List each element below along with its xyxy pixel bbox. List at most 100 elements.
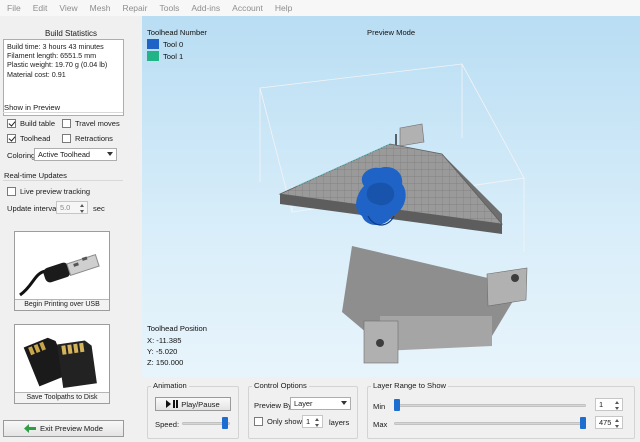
- max-layer-spinbox[interactable]: 475: [595, 416, 623, 429]
- stat-build-time: Build time: 3 hours 43 minutes: [7, 42, 104, 51]
- update-interval-spinbox[interactable]: 5.0: [56, 201, 88, 214]
- menu-file[interactable]: File: [1, 3, 27, 13]
- toolhead-number-title: Toolhead Number: [147, 28, 207, 37]
- layers-label: layers: [329, 418, 350, 427]
- update-interval-unit: sec: [93, 204, 105, 213]
- preview-by-value: Layer: [294, 399, 313, 408]
- max-layer-value: 475: [599, 418, 612, 427]
- layer-range-group: [367, 386, 635, 439]
- toolhead-position-title: Toolhead Position: [147, 324, 207, 333]
- only-show-spinbox[interactable]: 1: [302, 415, 323, 428]
- show-in-preview-label: Show in Preview: [4, 103, 61, 112]
- menu-account[interactable]: Account: [226, 3, 269, 13]
- usb-cable-icon: [16, 233, 108, 299]
- menu-bar: File Edit View Mesh Repair Tools Add-ins…: [0, 0, 640, 16]
- retractions-label: Retractions: [75, 134, 113, 143]
- preview-mode-label: Preview Mode: [367, 28, 416, 37]
- retractions-checkbox[interactable]: Retractions: [62, 134, 113, 143]
- checkbox-unchecked-icon: [254, 417, 263, 426]
- stat-filament-length: Filament length: 6551.5 mm: [7, 51, 97, 61]
- live-preview-tracking-checkbox[interactable]: Live preview tracking: [7, 187, 90, 196]
- save-toolpaths-button[interactable]: Save Toolpaths to Disk: [14, 324, 110, 404]
- divider: [3, 180, 123, 181]
- chevron-down-icon: [107, 152, 113, 156]
- position-z: Z: 150.000: [147, 358, 184, 367]
- travel-moves-checkbox[interactable]: Travel moves: [62, 119, 120, 128]
- min-layer-value: 1: [599, 400, 604, 409]
- control-options-title: Control Options: [252, 381, 309, 390]
- preview-by-label: Preview By: [254, 401, 292, 410]
- update-interval-value: 5.0: [60, 203, 71, 212]
- tool0-swatch: [147, 39, 159, 49]
- arrow-left-icon: [24, 424, 37, 433]
- build-table-checkbox[interactable]: Build table: [7, 119, 55, 128]
- play-pause-label: Play/Pause: [181, 399, 220, 409]
- toolhead-checkbox[interactable]: Toolhead: [7, 134, 50, 143]
- play-pause-button[interactable]: Play/Pause: [155, 397, 231, 411]
- coloring-label: Coloring: [7, 151, 36, 160]
- menu-tools[interactable]: Tools: [153, 3, 185, 13]
- menu-help[interactable]: Help: [269, 3, 298, 13]
- stat-material-cost: Material cost: 0.91: [7, 69, 66, 79]
- min-layer-spinbox[interactable]: 1: [595, 398, 623, 411]
- checkbox-unchecked-icon: [7, 187, 16, 196]
- left-panel: Build Statistics Build time: 3 hours 43 …: [0, 16, 142, 442]
- spinner-arrows-icon[interactable]: [79, 203, 86, 214]
- menu-edit[interactable]: Edit: [27, 3, 54, 13]
- speed-label: Speed:: [155, 420, 180, 429]
- max-slider-thumb[interactable]: [580, 417, 586, 429]
- menu-add-ins[interactable]: Add-ins: [185, 3, 226, 13]
- checkbox-checked-icon: [7, 119, 16, 128]
- exit-preview-mode-label: Exit Preview Mode: [40, 424, 103, 433]
- only-show-value: 1: [306, 417, 311, 426]
- travel-moves-label: Travel moves: [75, 119, 120, 128]
- bottom-controls: Animation Play/Pause Speed: Control Opti…: [142, 377, 640, 442]
- menu-mesh[interactable]: Mesh: [84, 3, 117, 13]
- control-options-group: [248, 386, 358, 439]
- checkbox-unchecked-icon: [62, 119, 71, 128]
- usb-caption: Begin Printing over USB: [15, 299, 109, 310]
- only-show-label: Only show: [267, 417, 303, 426]
- tool0-label: Tool 0: [163, 40, 184, 49]
- print-bed-scene: [259, 63, 528, 364]
- print-over-usb-button[interactable]: Begin Printing over USB: [14, 231, 110, 311]
- build-table-label: Build table: [20, 119, 56, 128]
- divider: [3, 112, 123, 113]
- menu-repair[interactable]: Repair: [116, 3, 153, 13]
- toolhead-label: Toolhead: [20, 134, 51, 143]
- sd-card-icon: [16, 326, 108, 392]
- animation-group: [147, 386, 239, 439]
- animation-title: Animation: [151, 381, 189, 390]
- speed-slider-thumb[interactable]: [221, 417, 228, 429]
- stat-plastic-weight: Plastic weight: 19.70 g (0.04 lb): [7, 60, 108, 70]
- coloring-value: Active Toolhead: [38, 150, 91, 159]
- position-y: Y: -5.020: [147, 347, 178, 356]
- max-label: Max: [373, 420, 388, 429]
- update-interval-label: Update interval: [7, 204, 59, 213]
- exit-preview-mode-button[interactable]: Exit Preview Mode: [3, 420, 124, 437]
- menu-view[interactable]: View: [53, 3, 83, 13]
- sd-caption: Save Toolpaths to Disk: [15, 392, 109, 403]
- coloring-select[interactable]: Active Toolhead: [34, 148, 117, 161]
- build-statistics-title: Build Statistics: [44, 29, 98, 38]
- realtime-updates-label: Real-time Updates: [4, 171, 67, 180]
- live-preview-tracking-label: Live preview tracking: [20, 187, 91, 196]
- 3d-preview-viewport[interactable]: Toolhead Number Preview Mode Tool 0 Tool…: [142, 16, 640, 377]
- preview-by-select[interactable]: Layer: [290, 397, 351, 410]
- max-slider-track[interactable]: [394, 422, 586, 425]
- min-slider-track[interactable]: [394, 404, 586, 407]
- min-label: Min: [373, 402, 386, 411]
- min-slider-thumb[interactable]: [394, 399, 400, 411]
- spinner-arrows-icon[interactable]: [314, 417, 321, 428]
- spinner-arrows-icon[interactable]: [614, 400, 621, 411]
- only-show-checkbox[interactable]: Only show: [254, 417, 302, 426]
- tool1-swatch: [147, 51, 159, 61]
- spinner-arrows-icon[interactable]: [614, 418, 621, 429]
- play-pause-icon: [166, 400, 179, 408]
- tool1-label: Tool 1: [163, 52, 184, 61]
- position-x: X: -11.385: [147, 336, 182, 345]
- checkbox-checked-icon: [7, 134, 16, 143]
- layer-range-title: Layer Range to Show: [371, 381, 449, 390]
- chevron-down-icon: [341, 401, 347, 405]
- checkbox-unchecked-icon: [62, 134, 71, 143]
